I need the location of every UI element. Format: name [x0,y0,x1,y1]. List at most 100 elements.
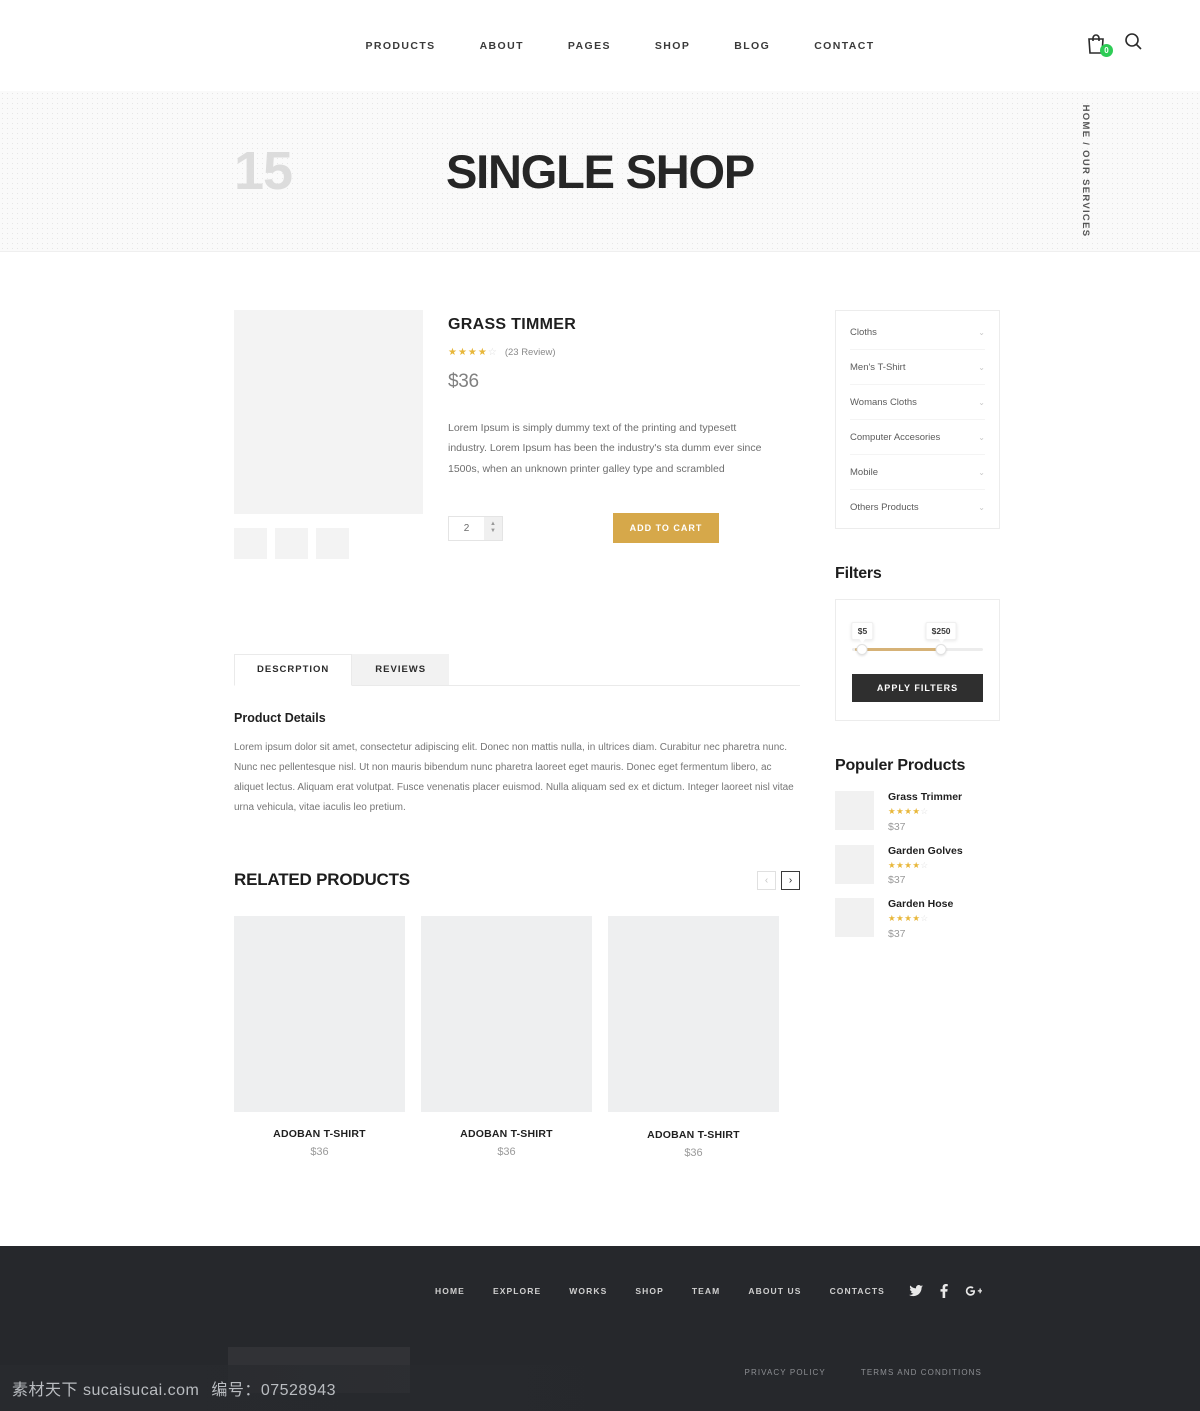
chevron-down-icon: ⌄ [978,328,985,337]
chevron-up-icon[interactable]: ▲ [490,521,496,527]
sidebar: Cloths ⌄ Men's T-Shirt ⌄ Womans Cloths ⌄… [835,310,1000,1159]
footer-navigation: HOME EXPLORE WORKS SHOP TEAM ABOUT US CO… [315,1286,885,1296]
category-item-computer-accesories[interactable]: Computer Accesories ⌄ [850,419,985,454]
footer-nav-explore[interactable]: EXPLORE [493,1286,541,1296]
tab-description[interactable]: DESCRPTION [234,654,353,686]
nav-item-contact[interactable]: CONTACT [814,40,874,52]
category-label: Womans Cloths [850,397,917,408]
related-product-image [421,916,592,1112]
footer-nav-works[interactable]: WORKS [569,1286,607,1296]
nav-item-blog[interactable]: BLOG [734,40,770,52]
cart-button[interactable]: 0 [1086,33,1113,57]
category-list: Cloths ⌄ Men's T-Shirt ⌄ Womans Cloths ⌄… [835,310,1000,529]
page-banner: 15 SINGLE SHOP HOME / OUR SERVICES [0,91,1200,252]
add-to-cart-button[interactable]: ADD TO CART [613,513,719,544]
main-navigation: PRODUCTS ABOUT PAGES SHOP BLOG CONTACT [325,40,874,52]
product-details-heading: Product Details [234,711,326,725]
footer-nav-contacts[interactable]: CONTACTS [830,1286,885,1296]
apply-filters-button[interactable]: APPLY FILTERS [852,674,983,702]
search-icon [1125,33,1142,50]
nav-item-about[interactable]: ABOUT [480,40,524,52]
slider-handle-max[interactable] [935,644,947,655]
footer-nav-home[interactable]: HOME [435,1286,465,1296]
review-count: (23 Review) [504,347,556,358]
facebook-icon[interactable] [940,1284,948,1298]
chevron-down-icon: ⌄ [978,468,985,477]
slider-handle-min[interactable] [856,644,868,655]
quantity-stepper[interactable]: 2 ▲ ▼ [448,515,503,541]
chevron-down-icon: ⌄ [978,363,985,372]
tab-list: DESCRPTION REVIEWS [234,654,800,686]
popular-product-item[interactable]: Garden Golves ★★★★☆ $37 [835,844,1000,886]
footer-top-row: HOME EXPLORE WORKS SHOP TEAM ABOUT US CO… [0,1246,1200,1298]
related-product-card[interactable]: ADOBAN T-SHIRT $36 [608,916,779,1159]
product-gallery [234,310,423,559]
related-products-title: RELATED PRODUCTS [234,870,410,889]
product-main-image[interactable] [234,310,423,514]
nav-item-pages[interactable]: PAGES [568,40,611,52]
category-item-others-products[interactable]: Others Products ⌄ [850,489,985,524]
popular-product-image [835,844,874,884]
footer-nav-about-us[interactable]: ABOUT US [748,1286,801,1296]
nav-item-shop[interactable]: SHOP [655,40,690,52]
popular-product-image [835,898,874,937]
slider-track[interactable] [852,648,983,651]
related-product-card[interactable]: ADOBAN T-SHIRT $36 [421,916,592,1159]
nav-item-products[interactable]: PRODUCTS [365,40,435,52]
popular-product-image [835,791,874,830]
tab-reviews[interactable]: REVIEWS [352,654,450,685]
price-range-slider[interactable]: $5 $250 [851,622,983,656]
footer-nav-team[interactable]: TEAM [692,1286,720,1296]
product-info: GRASS TIMMER ★★★★☆ (23 Review) $36 Lorem… [448,310,800,559]
social-links [909,1284,982,1298]
product-thumbnail[interactable] [275,528,308,559]
related-product-name: ADOBAN T-SHIRT [460,1128,553,1140]
product-thumbnail[interactable] [316,528,349,559]
category-item-mens-tshirt[interactable]: Men's T-Shirt ⌄ [850,349,985,384]
main-content-column: GRASS TIMMER ★★★★☆ (23 Review) $36 Lorem… [234,310,800,1159]
chevron-down-icon[interactable]: ▼ [490,528,496,534]
chevron-down-icon: ⌄ [978,503,985,512]
popular-product-price: $37 [888,927,906,940]
related-product-card[interactable]: ADOBAN T-SHIRT $36 [234,916,405,1159]
related-product-name: ADOBAN T-SHIRT [273,1128,366,1140]
popular-product-price: $37 [888,874,906,886]
carousel-prev-button[interactable]: ‹ [757,870,776,890]
product-overview: GRASS TIMMER ★★★★☆ (23 Review) $36 Lorem… [234,310,800,559]
filters-widget: $5 $250 APPLY FILTERS [835,599,1000,721]
watermark-code: 编号：07528943 [211,1382,337,1399]
category-item-cloths[interactable]: Cloths ⌄ [850,315,985,349]
popular-product-item[interactable]: Garden Hose ★★★★☆ $37 [835,898,1000,940]
popular-product-price: $37 [888,820,906,833]
product-description: Lorem Ipsum is simply dummy text of the … [448,422,762,475]
category-label: Cloths [850,327,877,338]
price-min-bubble: $5 [851,622,874,643]
twitter-icon[interactable] [909,1285,923,1297]
stock-site-watermark: 素材天下 sucaisucai.com 编号：07528943 [0,1365,1200,1411]
popular-product-name: Grass Trimmer [888,791,963,803]
quantity-value[interactable]: 2 [449,517,484,540]
filters-heading: Filters [835,565,882,582]
product-details-text: Lorem ipsum dolor sit amet, consectetur … [234,742,794,813]
related-product-name: ADOBAN T-SHIRT [647,1129,740,1141]
footer-nav-shop[interactable]: SHOP [635,1286,664,1296]
quantity-spinner[interactable]: ▲ ▼ [484,516,502,540]
page-body: GRASS TIMMER ★★★★☆ (23 Review) $36 Lorem… [0,252,1200,1159]
google-plus-icon[interactable] [965,1285,982,1297]
product-thumbnail[interactable] [234,528,267,559]
popular-product-item[interactable]: Grass Trimmer ★★★★☆ $37 [835,791,1000,833]
breadcrumb: HOME / OUR SERVICES [1080,104,1092,238]
star-rating-icon: ★★★★☆ [888,806,929,816]
star-rating-icon: ★★★★☆ [888,859,929,870]
category-item-womans-cloths[interactable]: Womans Cloths ⌄ [850,384,985,419]
tab-panel-description: Product Details Lorem ipsum dolor sit am… [234,686,800,818]
category-item-mobile[interactable]: Mobile ⌄ [850,454,985,489]
chevron-down-icon: ⌄ [978,398,985,407]
product-thumbnail-list [234,528,423,559]
product-tabs: DESCRPTION REVIEWS Product Details Lorem… [234,654,800,818]
site-header: PRODUCTS ABOUT PAGES SHOP BLOG CONTACT 0 [0,0,1200,91]
product-rating: ★★★★☆ (23 Review) [448,347,800,358]
search-button[interactable] [1124,32,1142,55]
popular-products-list: Grass Trimmer ★★★★☆ $37 Garden Golves ★★… [835,791,1000,940]
carousel-next-button[interactable]: › [781,870,800,890]
